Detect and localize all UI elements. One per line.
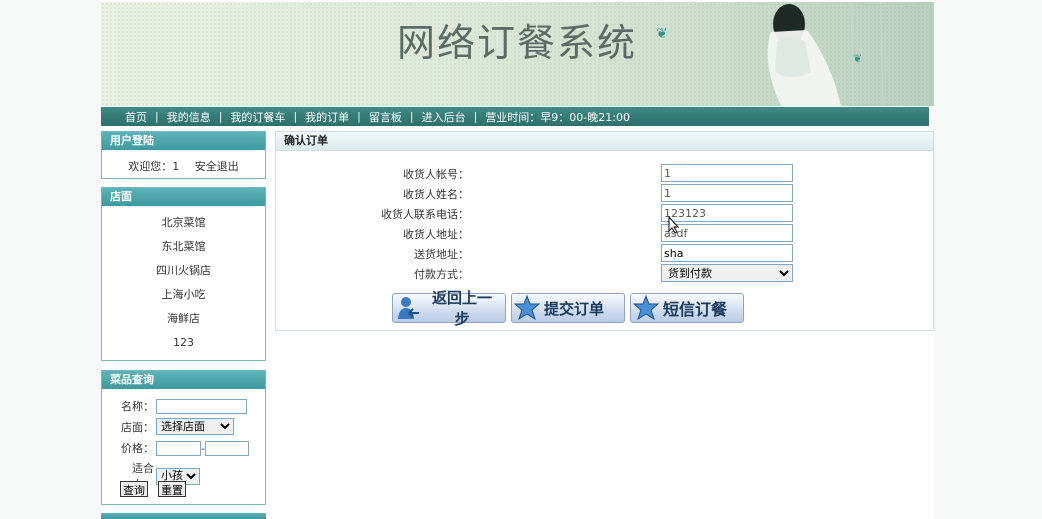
logout-link[interactable]: 安全退出: [195, 160, 239, 173]
login-header: 用户登陆: [102, 132, 265, 150]
delivery-label: 送货地址：: [414, 248, 469, 261]
search-actions: 查询 重置: [120, 481, 186, 497]
phone-input[interactable]: [661, 204, 793, 222]
next-box-header: [101, 513, 266, 519]
nav-separator: |: [357, 110, 361, 123]
butterfly-icon: ❦: [853, 52, 863, 65]
form-row-name: 收货人姓名：: [276, 184, 935, 202]
search-shop-row: 店面： 选择店面: [118, 418, 234, 435]
query-button[interactable]: 查询: [120, 481, 148, 497]
phone-label: 收货人联系电话：: [381, 208, 469, 221]
mouse-cursor-icon: [668, 216, 680, 234]
search-name-row: 名称：: [118, 398, 247, 414]
account-label: 收货人帐号：: [403, 168, 469, 181]
sms-button-label: 短信订餐: [663, 300, 728, 319]
search-price-row: 价格： -: [118, 440, 249, 456]
butterfly-icon: ❦: [656, 26, 668, 42]
list-item: 四川火锅店: [102, 260, 265, 284]
nav-admin[interactable]: 进入后台: [422, 109, 466, 125]
welcome-text: 欢迎您：1: [128, 160, 180, 173]
price-min-input[interactable]: [156, 440, 201, 456]
star-icon: [514, 295, 540, 321]
list-item: 123: [102, 332, 265, 356]
business-hours: 营业时间：早9：00-晚21:00: [485, 110, 630, 124]
shop-link[interactable]: 海鲜店: [167, 312, 200, 325]
receiver-name-input[interactable]: [661, 184, 793, 202]
form-row-phone: 收货人联系电话：: [276, 204, 935, 222]
search-header: 菜品查询: [102, 371, 265, 389]
list-item: 海鲜店: [102, 308, 265, 332]
banner-figure-image: [767, 2, 884, 106]
nav-message-board[interactable]: 留言板: [369, 109, 402, 125]
sms-order-button[interactable]: 短信订餐: [630, 293, 744, 323]
form-row-account: 收货人帐号：: [276, 164, 935, 182]
shop-list: 北京菜馆 东北菜馆 四川火锅店 上海小吃 海鲜店 123: [102, 206, 265, 356]
shop-link[interactable]: 东北菜馆: [162, 240, 206, 253]
list-item: 北京菜馆: [102, 212, 265, 236]
page: 网络订餐系统 ❦ ❦ 首页 | 我的信息 | 我的订餐车 | 我的订单 | 留言…: [101, 0, 934, 519]
order-panel: 确认订单 收货人帐号： 收货人姓名： 收货人联系电话： 收货人地址： 送货地址：…: [275, 131, 934, 331]
back-button[interactable]: 返回上一步: [392, 289, 506, 328]
payment-label: 付款方式：: [414, 268, 469, 281]
shop-link[interactable]: 四川火锅店: [156, 264, 211, 277]
address-input[interactable]: [661, 224, 793, 242]
star-icon: [633, 295, 659, 321]
address-label: 收货人地址：: [403, 228, 469, 241]
form-row-delivery: 送货地址：: [276, 244, 935, 262]
nav-separator: |: [155, 110, 159, 123]
shop-link[interactable]: 北京菜馆: [162, 216, 206, 229]
shop-select[interactable]: 选择店面: [156, 418, 234, 435]
shop-label: 店面：: [121, 420, 154, 434]
shop-link[interactable]: 123: [173, 336, 194, 349]
form-row-address: 收货人地址：: [276, 224, 935, 242]
form-row-payment: 付款方式： 货到付款: [276, 264, 935, 282]
nav-separator: |: [293, 110, 298, 123]
login-box: 用户登陆 欢迎您：1 安全退出: [101, 131, 266, 179]
top-nav: 首页 | 我的信息 | 我的订餐车 | 我的订单 | 留言板 | 进入后台 | …: [101, 107, 929, 126]
delivery-address-input[interactable]: [661, 244, 793, 262]
account-input[interactable]: [661, 164, 793, 182]
login-body: 欢迎您：1 安全退出: [102, 150, 265, 174]
shop-link[interactable]: 上海小吃: [162, 288, 206, 301]
site-title: 网络订餐系统: [397, 21, 638, 65]
price-label: 价格：: [121, 442, 154, 455]
nav-separator: |: [409, 110, 414, 123]
name-label: 名称：: [121, 400, 154, 413]
submit-order-button[interactable]: 提交订单: [511, 293, 625, 323]
dish-name-input[interactable]: [156, 398, 247, 414]
nav-my-cart[interactable]: 我的订餐车: [230, 109, 285, 125]
payment-select[interactable]: 货到付款: [661, 264, 793, 282]
nav-separator: |: [218, 110, 223, 123]
shops-box: 店面 北京菜馆 东北菜馆 四川火锅店 上海小吃 海鲜店 123: [101, 187, 266, 361]
submit-button-label: 提交订单: [544, 299, 605, 318]
nav-home[interactable]: 首页: [125, 109, 147, 125]
name-label: 收货人姓名：: [403, 188, 469, 201]
shops-header: 店面: [102, 188, 265, 206]
nav-my-orders[interactable]: 我的订单: [305, 109, 349, 125]
reset-button[interactable]: 重置: [158, 481, 186, 497]
back-button-label: 返回上一步: [431, 289, 492, 328]
list-item: 上海小吃: [102, 284, 265, 308]
order-actions: 返回上一步 提交订单 短信订餐: [392, 289, 744, 328]
list-item: 东北菜馆: [102, 236, 265, 260]
price-max-input[interactable]: [204, 440, 249, 456]
order-header: 确认订单: [276, 132, 933, 151]
nav-my-info[interactable]: 我的信息: [167, 109, 211, 125]
nav-separator: |: [473, 110, 478, 123]
banner: 网络订餐系统 ❦ ❦: [101, 2, 934, 106]
person-icon: [398, 297, 419, 319]
dish-search-box: 菜品查询 名称： 店面： 选择店面 价格： - 适合人： 小孩 查询 重置: [101, 370, 266, 505]
